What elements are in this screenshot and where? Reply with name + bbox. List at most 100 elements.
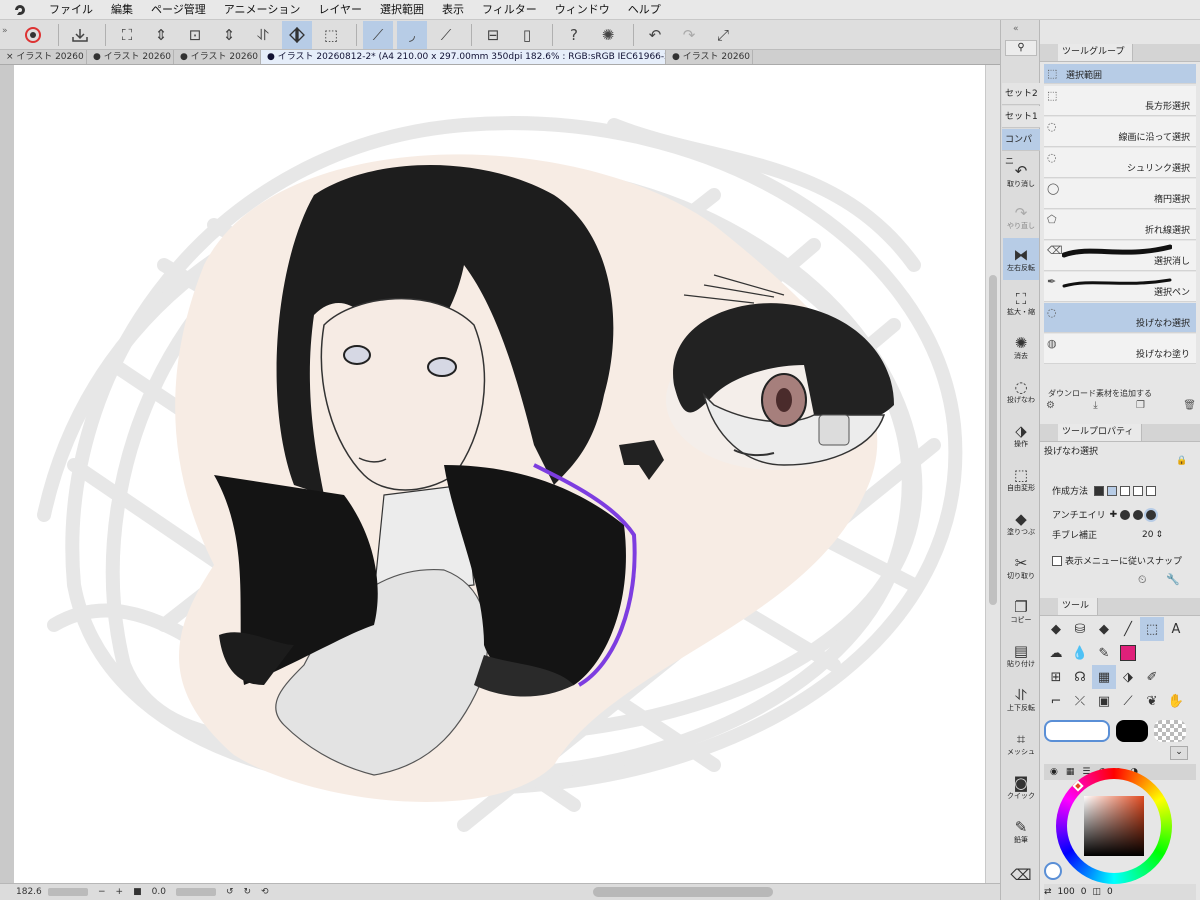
antialias-strong-icon[interactable]: [1146, 509, 1157, 520]
quick-mask-button[interactable]: ◙ クイック: [1003, 766, 1039, 808]
rotate-right-icon[interactable]: ↻: [243, 887, 251, 897]
tool-lasso-select[interactable]: ◌ 投げなわ選択: [1044, 303, 1196, 333]
rotate-left-icon[interactable]: ↺: [226, 887, 234, 897]
mode-intersect-icon[interactable]: [1133, 485, 1144, 496]
fill-button[interactable]: ◆ 塗りつぶ: [1003, 502, 1039, 544]
search-icon[interactable]: ⚲: [1005, 40, 1037, 56]
doc-tab[interactable]: ● イラスト 20260: [87, 50, 174, 64]
paste-button[interactable]: ▤ 貼り付け: [1003, 634, 1039, 676]
clear-button[interactable]: ✺ 消去: [1003, 326, 1039, 368]
menu-layer[interactable]: レイヤー: [309, 0, 371, 20]
menu-window[interactable]: ウィンドウ: [546, 0, 619, 20]
device-icon[interactable]: ▯: [512, 21, 542, 49]
rotate-slider[interactable]: [175, 888, 216, 896]
fill-tool-icon[interactable]: ◆: [1092, 617, 1116, 641]
menu-file[interactable]: ファイル: [40, 0, 102, 20]
settings-icon[interactable]: ⚙: [1046, 400, 1055, 416]
hand-tool-icon[interactable]: ✋: [1164, 689, 1188, 713]
download-icon[interactable]: ⤓: [1093, 400, 1097, 416]
blend-tool-icon[interactable]: 💧: [1068, 641, 1092, 665]
tool-polyline-select[interactable]: ⬠ 折れ線選択: [1044, 210, 1196, 240]
canvas-area[interactable]: [0, 65, 985, 883]
horizontal-scroll-thumb[interactable]: [593, 887, 773, 897]
tool-panel-tab[interactable]: ツール: [1058, 598, 1099, 615]
mode-select-icon[interactable]: [1146, 485, 1157, 496]
menu-filter[interactable]: フィルター: [473, 0, 546, 20]
eraser-tool-icon[interactable]: ◆: [1044, 617, 1068, 641]
flip-horizontal-icon[interactable]: [282, 20, 312, 49]
shrink-selection-icon[interactable]: ⇕: [214, 21, 244, 49]
feather-tool-icon[interactable]: ❦: [1140, 689, 1164, 713]
color-set-tab-icon[interactable]: ▦: [1066, 767, 1075, 777]
eraser-button[interactable]: ⌫: [1003, 854, 1039, 896]
foreground-color-swatch[interactable]: [1044, 720, 1110, 742]
layer-icon[interactable]: ◫: [1092, 887, 1101, 897]
copy-button[interactable]: ❐ コピー: [1003, 590, 1039, 632]
pencil-button[interactable]: ✎ 鉛筆: [1003, 810, 1039, 852]
menu-help[interactable]: ヘルプ: [619, 0, 670, 20]
set-tab-2[interactable]: セット2: [1002, 83, 1040, 105]
decoration-tool-icon[interactable]: ⛁: [1068, 617, 1092, 641]
drawing-canvas[interactable]: [14, 65, 985, 883]
panel-collapse-icon[interactable]: «: [1013, 24, 1019, 34]
tool-rect-select[interactable]: ⬚ 長方形選択: [1044, 86, 1196, 116]
doc-tab[interactable]: ● イラスト 20260: [174, 50, 261, 64]
expand-selection-icon[interactable]: ⇕: [146, 21, 176, 49]
undo-icon[interactable]: ↶: [640, 21, 670, 49]
tone-tool-icon[interactable]: ▦: [1092, 665, 1116, 689]
grid-snap-icon[interactable]: ⟋: [431, 21, 461, 49]
scale-button[interactable]: ⛶ 拡大・縮: [1003, 282, 1039, 324]
ruler-tool-icon[interactable]: ⌐: [1044, 689, 1068, 713]
hue-ring[interactable]: [1056, 768, 1172, 884]
zoom-in-button[interactable]: +: [116, 887, 124, 897]
menu-edit[interactable]: 編集: [102, 0, 142, 20]
menu-selection[interactable]: 選択範囲: [371, 0, 433, 20]
lasso-button[interactable]: ◌ 投げなわ: [1003, 370, 1039, 412]
operate-button[interactable]: ⬗ 操作: [1003, 414, 1039, 456]
zoom-slider[interactable]: [48, 888, 88, 896]
tool-ellipse-select[interactable]: ◯ 楕円選択: [1044, 179, 1196, 209]
loading-icon[interactable]: ✺: [593, 21, 623, 49]
stabilization-value[interactable]: 20: [1142, 530, 1153, 540]
menu-view[interactable]: 表示: [433, 0, 473, 20]
lock-icon[interactable]: 🔒: [1176, 456, 1187, 466]
zoom-value[interactable]: 182.6: [16, 887, 42, 897]
transparent-color-swatch[interactable]: [1154, 720, 1186, 742]
transform-icon[interactable]: ⬚: [316, 21, 346, 49]
eyedropper-tool-icon[interactable]: ⟋: [1116, 689, 1140, 713]
tool-group-tab[interactable]: ツールグループ: [1058, 44, 1134, 61]
text-tool-icon[interactable]: A: [1164, 617, 1188, 641]
special-ruler-snap-icon[interactable]: ◞: [397, 20, 427, 49]
clip-studio-logo-icon[interactable]: [10, 0, 30, 20]
toolbar-collapse-icon[interactable]: »: [2, 26, 8, 36]
snap-checkbox[interactable]: [1052, 555, 1062, 566]
tool-shrink-select[interactable]: ◌ シュリンク選択: [1044, 148, 1196, 178]
tool-selection-eraser[interactable]: ⌫ 選択消し: [1044, 241, 1196, 271]
swap-icon[interactable]: ⇄: [1044, 887, 1052, 897]
reset-rotation-icon[interactable]: ⟲: [261, 887, 269, 897]
antialias-medium-icon[interactable]: [1133, 509, 1144, 520]
set-tab-companion[interactable]: コンパニ: [1002, 129, 1040, 167]
mini-fg-swatch[interactable]: [1044, 862, 1062, 880]
mode-subtract-icon[interactable]: [1120, 485, 1131, 496]
help-icon[interactable]: ?: [559, 21, 589, 49]
correction-tool-icon[interactable]: ⤫: [1068, 689, 1092, 713]
antialias-none-icon[interactable]: ✚: [1110, 510, 1118, 520]
chevron-down-icon[interactable]: ⌄: [1170, 746, 1188, 760]
line-tool-icon[interactable]: ╱: [1116, 617, 1140, 641]
ruler-snap-icon[interactable]: ⟋: [363, 20, 393, 49]
redo-button[interactable]: ↷ やり直し: [1003, 196, 1039, 238]
pen-tool-icon[interactable]: ✎: [1092, 641, 1116, 665]
flip-vertical-button[interactable]: ⥯ 上下反転: [1003, 678, 1039, 720]
reset-icon[interactable]: ⏲: [1138, 573, 1147, 587]
menu-page[interactable]: ページ管理: [142, 0, 215, 20]
flip-horizontal-button[interactable]: ⧓ 左右反転: [1003, 238, 1039, 280]
doc-tab-active[interactable]: ● イラスト 20260812-2* (A4 210.00 x 297.00mm…: [261, 50, 666, 64]
tool-lasso-fill[interactable]: ◍ 投げなわ塗り: [1044, 334, 1196, 364]
airbrush-tool-icon[interactable]: ☁: [1044, 641, 1068, 665]
tool-property-tab[interactable]: ツールプロパティ: [1058, 424, 1143, 441]
background-color-swatch[interactable]: [1116, 720, 1148, 742]
menu-animation[interactable]: アニメーション: [215, 0, 310, 20]
redo-icon[interactable]: ↷: [674, 21, 704, 49]
fullscreen-icon[interactable]: ⤢: [708, 21, 738, 49]
